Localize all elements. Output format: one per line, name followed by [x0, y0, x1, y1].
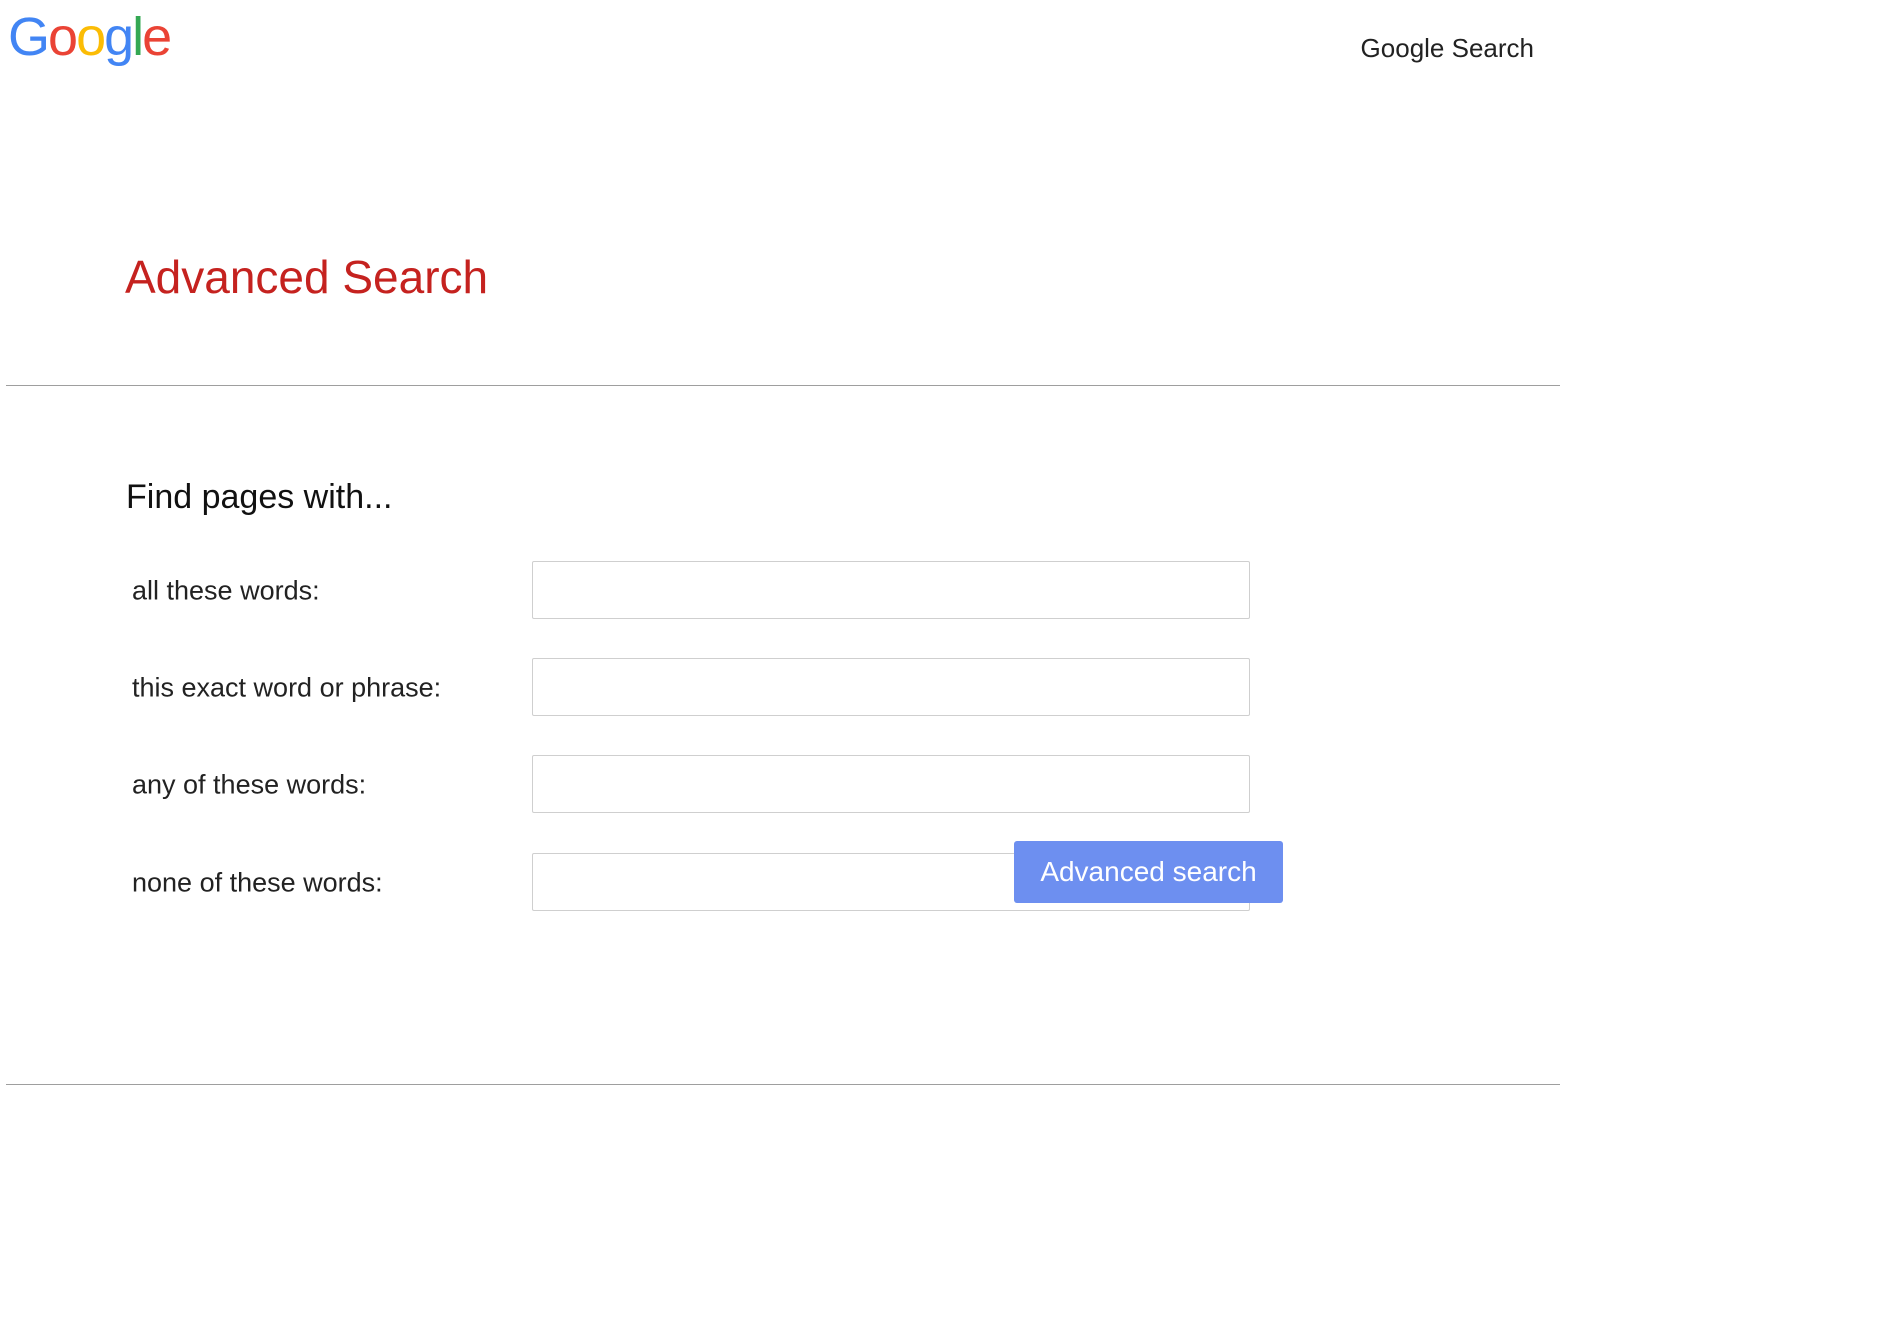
advanced-search-page: Google Google Search Advanced Search Fin…: [0, 0, 1568, 1102]
any-words-input[interactable]: [532, 755, 1250, 813]
section-heading: Find pages with...: [126, 478, 393, 516]
any-words-label: any of these words:: [132, 769, 367, 800]
logo-letter-3: o: [76, 7, 106, 67]
all-words-input[interactable]: [532, 561, 1250, 619]
logo-letter-5: l: [132, 7, 144, 67]
none-words-label: none of these words:: [132, 867, 383, 898]
exact-phrase-label: this exact word or phrase:: [132, 672, 442, 703]
logo-letter-6: e: [142, 7, 172, 67]
google-logo[interactable]: Google: [8, 7, 172, 67]
all-words-label: all these words:: [132, 575, 320, 606]
exact-phrase-input[interactable]: [532, 658, 1250, 716]
advanced-search-button[interactable]: Advanced search: [1014, 841, 1283, 903]
any-words-row: any of these words:: [132, 755, 1252, 815]
logo-letter-4: g: [104, 7, 134, 67]
google-search-link[interactable]: Google Search: [1361, 33, 1534, 64]
top-divider: [6, 385, 1560, 386]
page-title: Advanced Search: [125, 251, 489, 303]
logo-letter-1: G: [8, 7, 50, 67]
logo-letter-2: o: [48, 7, 78, 67]
all-words-row: all these words:: [132, 561, 1252, 621]
bottom-divider: [6, 1084, 1560, 1085]
exact-phrase-row: this exact word or phrase:: [132, 658, 1252, 718]
